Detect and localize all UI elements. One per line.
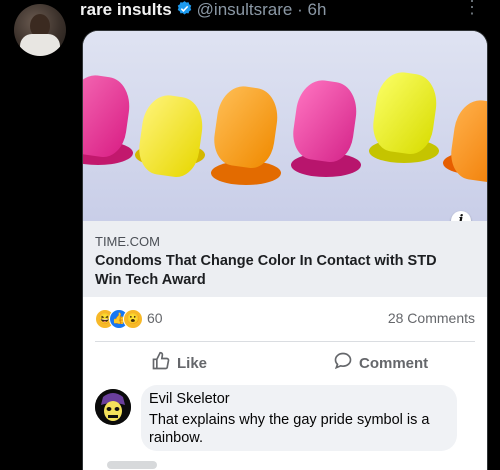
wow-reaction-icon: 😮 — [123, 309, 143, 329]
comments-count[interactable]: 28 Comments — [388, 310, 475, 326]
embedded-post-image[interactable]: i TIME.COM Condoms That Change Color In … — [82, 30, 488, 470]
separator: · — [297, 0, 303, 19]
verified-badge-icon — [176, 0, 193, 22]
commenter-avatar[interactable] — [95, 389, 131, 425]
link-title[interactable]: Condoms That Change Color In Contact wit… — [95, 252, 465, 290]
thumbs-up-icon — [151, 351, 171, 375]
more-vertical-icon[interactable]: ⋮ — [463, 0, 481, 16]
comment-bubble[interactable]: Evil Skeletor That explains why the gay … — [141, 385, 457, 451]
reaction-count[interactable]: 60 — [147, 310, 163, 326]
user-handle[interactable]: @insultsrare — [197, 0, 293, 19]
comment-label: Comment — [359, 354, 429, 372]
like-label: Like — [177, 354, 208, 372]
link-preview-photo[interactable] — [83, 31, 487, 221]
tweet-header: rare insults @insultsrare · 6h — [80, 0, 326, 22]
divider-top — [95, 341, 475, 342]
post-stats: 😆 👍 😮 60 28 Comments — [83, 309, 487, 331]
display-name[interactable]: rare insults — [80, 0, 172, 19]
profile-avatar[interactable] — [14, 4, 66, 56]
comment: Evil Skeletor That explains why the gay … — [83, 383, 487, 470]
link-domain: TIME.COM — [95, 234, 160, 249]
timestamp[interactable]: 6h — [307, 0, 326, 19]
orange-condom — [210, 83, 282, 171]
comment-text: That explains why the gay pride symbol i… — [149, 412, 430, 446]
next-comment-stub — [107, 461, 157, 469]
yellow-condom — [135, 92, 207, 180]
link-preview-meta[interactable]: TIME.COM Condoms That Change Color In Co… — [83, 221, 487, 297]
comment-bubble-icon — [333, 351, 353, 375]
comment-button[interactable]: Comment — [333, 349, 428, 377]
like-button[interactable]: Like — [151, 349, 207, 377]
avatar-shirt — [20, 34, 60, 56]
skeletor-face-icon — [95, 389, 131, 425]
comment-author[interactable]: Evil Skeletor — [149, 391, 230, 407]
magenta-condom — [289, 77, 361, 165]
